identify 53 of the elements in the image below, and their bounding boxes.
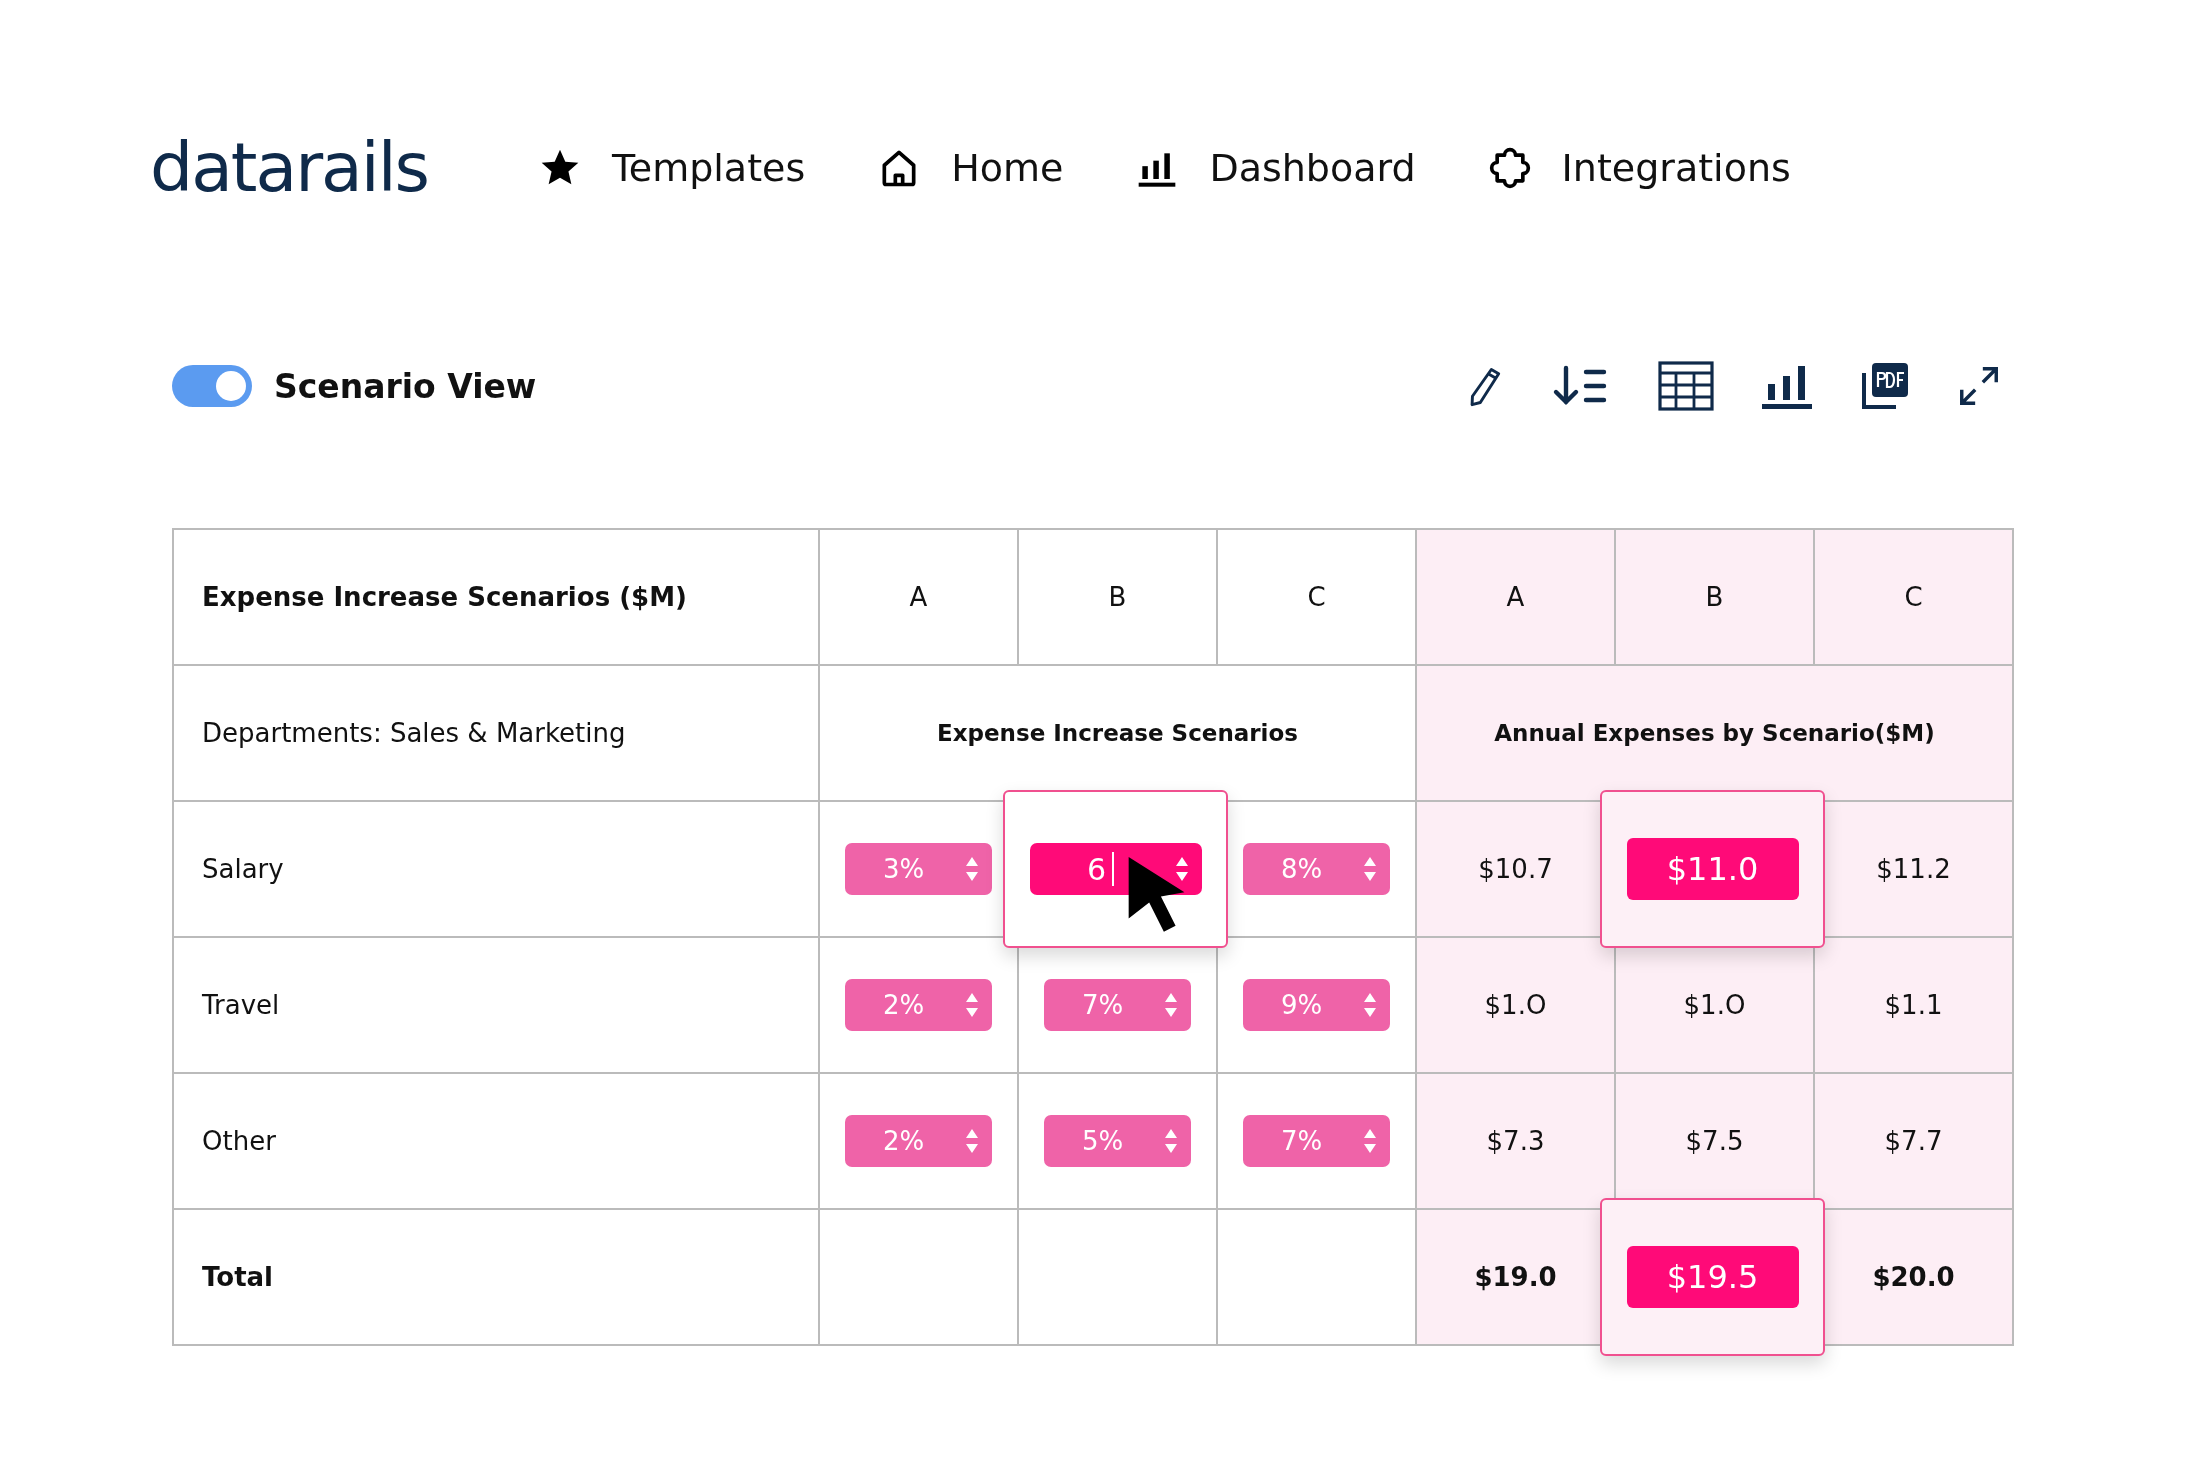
- table-cell: $1.1: [1884, 990, 1943, 1020]
- column-header: A: [1506, 582, 1525, 612]
- table-cell: $7.5: [1685, 1126, 1744, 1156]
- amount-badge: $11.0: [1626, 838, 1799, 900]
- scenario-toggle[interactable]: [172, 365, 252, 407]
- table-header: Expense Increase Scenarios ($M): [202, 582, 687, 612]
- puzzle-icon: [1487, 146, 1532, 190]
- row-label: Departments: Sales & Marketing: [202, 718, 626, 748]
- nav-link[interactable]: Dashboard: [1135, 146, 1416, 190]
- table-cell: $1.O: [1683, 990, 1746, 1020]
- spinner-icon[interactable]: [1163, 992, 1179, 1018]
- percent-field[interactable]: 9%: [1243, 979, 1390, 1031]
- row-label: Total: [202, 1262, 274, 1292]
- row-label: Other: [202, 1126, 276, 1156]
- percent-field[interactable]: 8%: [1243, 843, 1390, 895]
- table-cell: $20.0: [1872, 1262, 1955, 1292]
- table-icon[interactable]: [1658, 361, 1714, 411]
- table-cell: $7.3: [1486, 1126, 1545, 1156]
- column-header: C: [1904, 582, 1923, 612]
- percent-field[interactable]: 3%: [845, 843, 992, 895]
- spinner-icon[interactable]: [1163, 1128, 1179, 1154]
- row-label: Salary: [202, 854, 284, 884]
- group-header: Annual Expenses by Scenario($M): [1494, 720, 1935, 746]
- spinner-icon[interactable]: [964, 1128, 980, 1154]
- nav-link[interactable]: Templates: [538, 146, 806, 190]
- column-header: B: [1108, 582, 1127, 612]
- percent-field[interactable]: 5%: [1044, 1115, 1191, 1167]
- group-header: Expense Increase Scenarios: [937, 720, 1298, 746]
- table-cell: $7.7: [1884, 1126, 1943, 1156]
- table-cell: $19.0: [1474, 1262, 1557, 1292]
- nav-link[interactable]: Home: [877, 146, 1064, 190]
- spinner-icon[interactable]: [1362, 856, 1378, 882]
- spinner-icon[interactable]: [1362, 992, 1378, 1018]
- row-label: Travel: [202, 990, 280, 1020]
- spinner-icon[interactable]: [964, 856, 980, 882]
- spinner-icon[interactable]: [964, 992, 980, 1018]
- table-cell: $11.2: [1876, 854, 1951, 884]
- pdf-icon[interactable]: [1860, 361, 1910, 411]
- column-header: A: [909, 582, 928, 612]
- spinner-icon[interactable]: [1173, 856, 1190, 882]
- toggle-label: Scenario View: [274, 366, 537, 406]
- percent-field[interactable]: 7%: [1243, 1115, 1390, 1167]
- percent-field[interactable]: 7%: [1044, 979, 1191, 1031]
- nav-link[interactable]: Integrations: [1487, 146, 1791, 190]
- percent-field[interactable]: 2%: [845, 979, 992, 1031]
- spinner-icon[interactable]: [1362, 1128, 1378, 1154]
- column-header: C: [1307, 582, 1326, 612]
- table-cell: $10.7: [1478, 854, 1553, 884]
- percent-field[interactable]: 2%: [845, 1115, 992, 1167]
- table-cell: $1.O: [1484, 990, 1547, 1020]
- logo: datarails: [150, 134, 428, 202]
- amount-badge: $19.5: [1626, 1246, 1799, 1308]
- column-header: B: [1705, 582, 1724, 612]
